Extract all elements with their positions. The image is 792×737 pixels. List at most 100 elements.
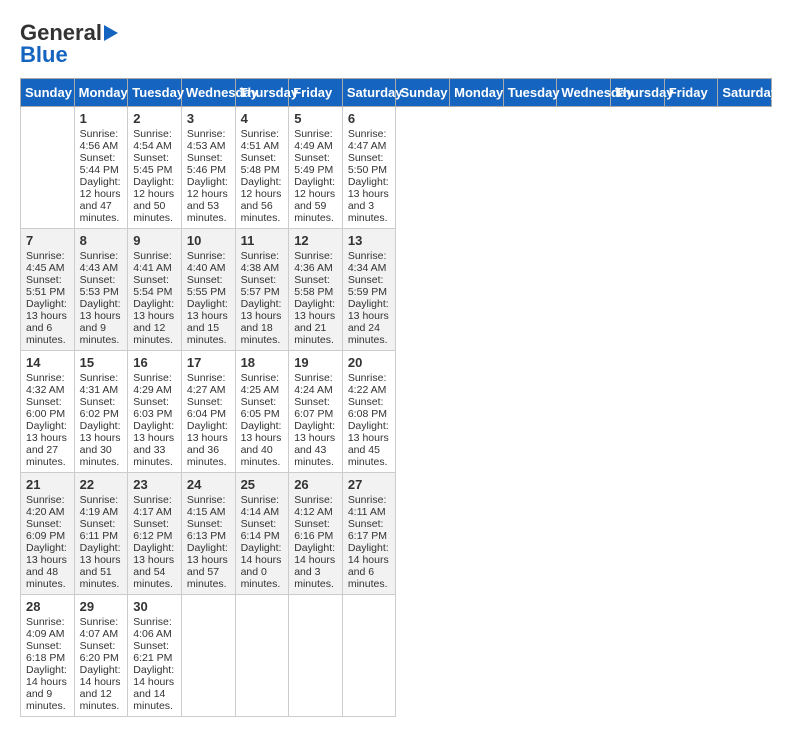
- sunrise-text: Sunrise: 4:53 AM: [187, 128, 226, 152]
- day-number: 22: [80, 477, 123, 492]
- sunrise-text: Sunrise: 4:17 AM: [133, 494, 172, 518]
- sunset-text: Sunset: 5:48 PM: [241, 152, 280, 176]
- calendar-cell: 30Sunrise: 4:06 AMSunset: 6:21 PMDayligh…: [128, 595, 182, 717]
- sunrise-text: Sunrise: 4:25 AM: [241, 372, 280, 396]
- daylight-text: Daylight: 13 hours and 27 minutes.: [26, 420, 67, 468]
- daylight-text: Daylight: 14 hours and 14 minutes.: [133, 664, 174, 712]
- daylight-text: Daylight: 13 hours and 51 minutes.: [80, 542, 121, 590]
- col-header-sunday: Sunday: [21, 79, 75, 107]
- daylight-text: Daylight: 13 hours and 21 minutes.: [294, 298, 335, 346]
- sunset-text: Sunset: 6:04 PM: [187, 396, 226, 420]
- sunset-text: Sunset: 6:09 PM: [26, 518, 65, 542]
- col-header-thursday: Thursday: [611, 79, 665, 107]
- col-header-saturday: Saturday: [718, 79, 772, 107]
- sunrise-text: Sunrise: 4:24 AM: [294, 372, 333, 396]
- sunset-text: Sunset: 6:13 PM: [187, 518, 226, 542]
- sunset-text: Sunset: 5:59 PM: [348, 274, 387, 298]
- daylight-text: Daylight: 13 hours and 6 minutes.: [26, 298, 67, 346]
- sunset-text: Sunset: 5:51 PM: [26, 274, 65, 298]
- daylight-text: Daylight: 13 hours and 18 minutes.: [241, 298, 282, 346]
- day-number: 19: [294, 355, 337, 370]
- calendar-cell: 11Sunrise: 4:38 AMSunset: 5:57 PMDayligh…: [235, 229, 289, 351]
- calendar-cell: 29Sunrise: 4:07 AMSunset: 6:20 PMDayligh…: [74, 595, 128, 717]
- day-number: 13: [348, 233, 391, 248]
- sunrise-text: Sunrise: 4:27 AM: [187, 372, 226, 396]
- sunrise-text: Sunrise: 4:54 AM: [133, 128, 172, 152]
- calendar-cell: [21, 107, 75, 229]
- day-number: 7: [26, 233, 69, 248]
- sunset-text: Sunset: 5:45 PM: [133, 152, 172, 176]
- sunrise-text: Sunrise: 4:40 AM: [187, 250, 226, 274]
- daylight-text: Daylight: 13 hours and 43 minutes.: [294, 420, 335, 468]
- day-number: 20: [348, 355, 391, 370]
- calendar-cell: 10Sunrise: 4:40 AMSunset: 5:55 PMDayligh…: [181, 229, 235, 351]
- sunrise-text: Sunrise: 4:31 AM: [80, 372, 119, 396]
- daylight-text: Daylight: 12 hours and 53 minutes.: [187, 176, 228, 224]
- calendar-cell: 24Sunrise: 4:15 AMSunset: 6:13 PMDayligh…: [181, 473, 235, 595]
- daylight-text: Daylight: 12 hours and 59 minutes.: [294, 176, 335, 224]
- col-header-wednesday: Wednesday: [181, 79, 235, 107]
- calendar-cell: 20Sunrise: 4:22 AMSunset: 6:08 PMDayligh…: [342, 351, 396, 473]
- day-number: 11: [241, 233, 284, 248]
- calendar-cell: [235, 595, 289, 717]
- sunrise-text: Sunrise: 4:22 AM: [348, 372, 387, 396]
- day-number: 17: [187, 355, 230, 370]
- calendar-cell: 15Sunrise: 4:31 AMSunset: 6:02 PMDayligh…: [74, 351, 128, 473]
- calendar-cell: 3Sunrise: 4:53 AMSunset: 5:46 PMDaylight…: [181, 107, 235, 229]
- calendar-cell: 21Sunrise: 4:20 AMSunset: 6:09 PMDayligh…: [21, 473, 75, 595]
- calendar-cell: [289, 595, 343, 717]
- sunset-text: Sunset: 6:02 PM: [80, 396, 119, 420]
- col-header-friday: Friday: [664, 79, 718, 107]
- sunset-text: Sunset: 6:11 PM: [80, 518, 118, 542]
- daylight-text: Daylight: 13 hours and 48 minutes.: [26, 542, 67, 590]
- calendar-cell: 13Sunrise: 4:34 AMSunset: 5:59 PMDayligh…: [342, 229, 396, 351]
- week-row-5: 28Sunrise: 4:09 AMSunset: 6:18 PMDayligh…: [21, 595, 772, 717]
- col-header-sunday: Sunday: [396, 79, 450, 107]
- sunset-text: Sunset: 6:21 PM: [133, 640, 172, 664]
- calendar-cell: [181, 595, 235, 717]
- sunset-text: Sunset: 6:03 PM: [133, 396, 172, 420]
- calendar-cell: 17Sunrise: 4:27 AMSunset: 6:04 PMDayligh…: [181, 351, 235, 473]
- sunrise-text: Sunrise: 4:47 AM: [348, 128, 387, 152]
- header-row: SundayMondayTuesdayWednesdayThursdayFrid…: [21, 79, 772, 107]
- daylight-text: Daylight: 13 hours and 24 minutes.: [348, 298, 389, 346]
- week-row-2: 7Sunrise: 4:45 AMSunset: 5:51 PMDaylight…: [21, 229, 772, 351]
- logo-text-blue: Blue: [20, 42, 68, 68]
- sunset-text: Sunset: 6:00 PM: [26, 396, 65, 420]
- calendar-cell: 22Sunrise: 4:19 AMSunset: 6:11 PMDayligh…: [74, 473, 128, 595]
- daylight-text: Daylight: 13 hours and 40 minutes.: [241, 420, 282, 468]
- col-header-saturday: Saturday: [342, 79, 396, 107]
- day-number: 9: [133, 233, 176, 248]
- daylight-text: Daylight: 13 hours and 9 minutes.: [80, 298, 121, 346]
- sunset-text: Sunset: 5:58 PM: [294, 274, 333, 298]
- day-number: 15: [80, 355, 123, 370]
- daylight-text: Daylight: 14 hours and 6 minutes.: [348, 542, 389, 590]
- calendar-cell: 18Sunrise: 4:25 AMSunset: 6:05 PMDayligh…: [235, 351, 289, 473]
- sunset-text: Sunset: 5:53 PM: [80, 274, 119, 298]
- sunrise-text: Sunrise: 4:36 AM: [294, 250, 333, 274]
- day-number: 1: [80, 111, 123, 126]
- sunset-text: Sunset: 6:16 PM: [294, 518, 333, 542]
- calendar-table: SundayMondayTuesdayWednesdayThursdayFrid…: [20, 78, 772, 717]
- calendar-cell: 26 Sunrise: 4:12 AMSunset: 6:16 PMDayligh…: [289, 473, 343, 595]
- daylight-text: Daylight: 14 hours and 3 minutes.: [294, 542, 335, 590]
- sunrise-text: Sunrise: 4:09 AM: [26, 616, 65, 640]
- sunset-text: Sunset: 5:57 PM: [241, 274, 280, 298]
- sunrise-text: Sunrise: 4:51 AM: [241, 128, 280, 152]
- col-header-tuesday: Tuesday: [128, 79, 182, 107]
- daylight-text: Daylight: 14 hours and 9 minutes.: [26, 664, 67, 712]
- day-number: 26: [294, 477, 337, 492]
- calendar-cell: 4Sunrise: 4:51 AMSunset: 5:48 PMDaylight…: [235, 107, 289, 229]
- sunset-text: Sunset: 6:05 PM: [241, 396, 280, 420]
- col-header-friday: Friday: [289, 79, 343, 107]
- sunrise-text: Sunrise: 4:12 AM: [294, 494, 333, 518]
- daylight-text: Daylight: 13 hours and 3 minutes.: [348, 176, 389, 224]
- day-number: 23: [133, 477, 176, 492]
- day-number: 12: [294, 233, 337, 248]
- calendar-cell: 5Sunrise: 4:49 AMSunset: 5:49 PMDaylight…: [289, 107, 343, 229]
- calendar-cell: 2Sunrise: 4:54 AMSunset: 5:45 PMDaylight…: [128, 107, 182, 229]
- calendar-cell: 6Sunrise: 4:47 AMSunset: 5:50 PMDaylight…: [342, 107, 396, 229]
- sunset-text: Sunset: 5:46 PM: [187, 152, 226, 176]
- sunrise-text: Sunrise: 4:29 AM: [133, 372, 172, 396]
- sunset-text: Sunset: 5:49 PM: [294, 152, 333, 176]
